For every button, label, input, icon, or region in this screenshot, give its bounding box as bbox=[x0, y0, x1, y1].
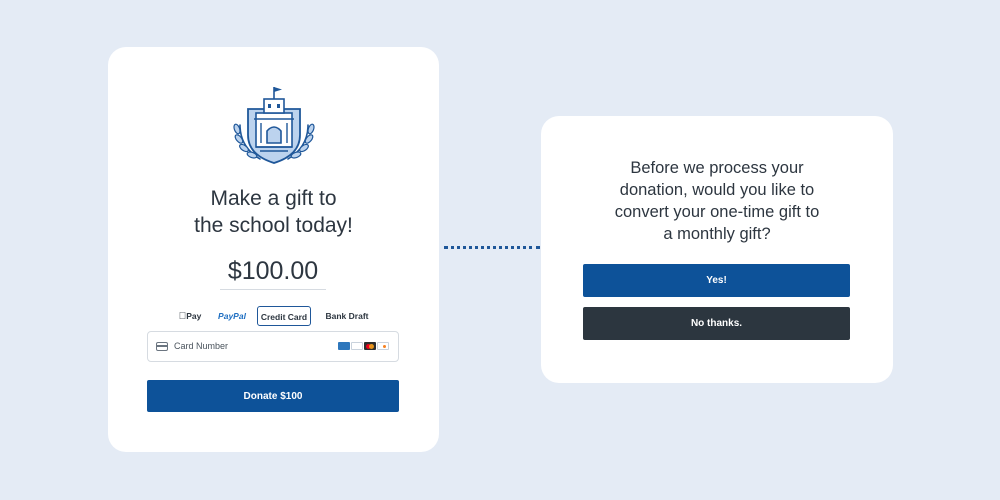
apple-pay-option[interactable]: Pay bbox=[176, 306, 204, 326]
paypal-option[interactable]: PayPal bbox=[212, 306, 252, 326]
card-number-placeholder: Card Number bbox=[174, 341, 229, 351]
form-headline: Make a gift to the school today! bbox=[108, 185, 439, 239]
credit-card-icon bbox=[156, 342, 168, 351]
discover-icon bbox=[377, 342, 389, 350]
upsell-question: Before we process your donation, would y… bbox=[541, 157, 893, 245]
card-brands bbox=[337, 342, 389, 351]
question-line-4: a monthly gift? bbox=[663, 225, 771, 243]
donation-amount[interactable]: $100.00 bbox=[220, 257, 326, 290]
credit-card-option[interactable]: Credit Card bbox=[257, 306, 311, 326]
question-line-2: donation, would you like to bbox=[619, 181, 815, 199]
bank-draft-option[interactable]: Bank Draft bbox=[320, 306, 374, 326]
dotted-connector bbox=[444, 246, 540, 249]
visa-icon bbox=[351, 342, 363, 350]
headline-line-1: Make a gift to bbox=[210, 187, 337, 210]
apple-pay-label: Pay bbox=[182, 311, 201, 321]
donate-button[interactable]: Donate $100 bbox=[147, 380, 399, 412]
amex-icon bbox=[338, 342, 350, 350]
no-thanks-button[interactable]: No thanks. bbox=[583, 307, 850, 340]
question-line-1: Before we process your bbox=[630, 159, 804, 177]
mastercard-icon bbox=[364, 342, 376, 350]
card-number-field[interactable]: Card Number bbox=[147, 331, 399, 362]
question-line-3: convert your one-time gift to bbox=[614, 203, 820, 221]
donation-form-card: Make a gift to the school today! $100.00… bbox=[108, 47, 439, 452]
school-crest-icon bbox=[233, 87, 315, 164]
yes-button[interactable]: Yes! bbox=[583, 264, 850, 297]
monthly-upsell-card: Before we process your donation, would y… bbox=[541, 116, 893, 383]
payment-method-tabs: Pay PayPal Credit Card Bank Draft bbox=[168, 306, 382, 326]
headline-line-2: the school today! bbox=[194, 214, 353, 237]
